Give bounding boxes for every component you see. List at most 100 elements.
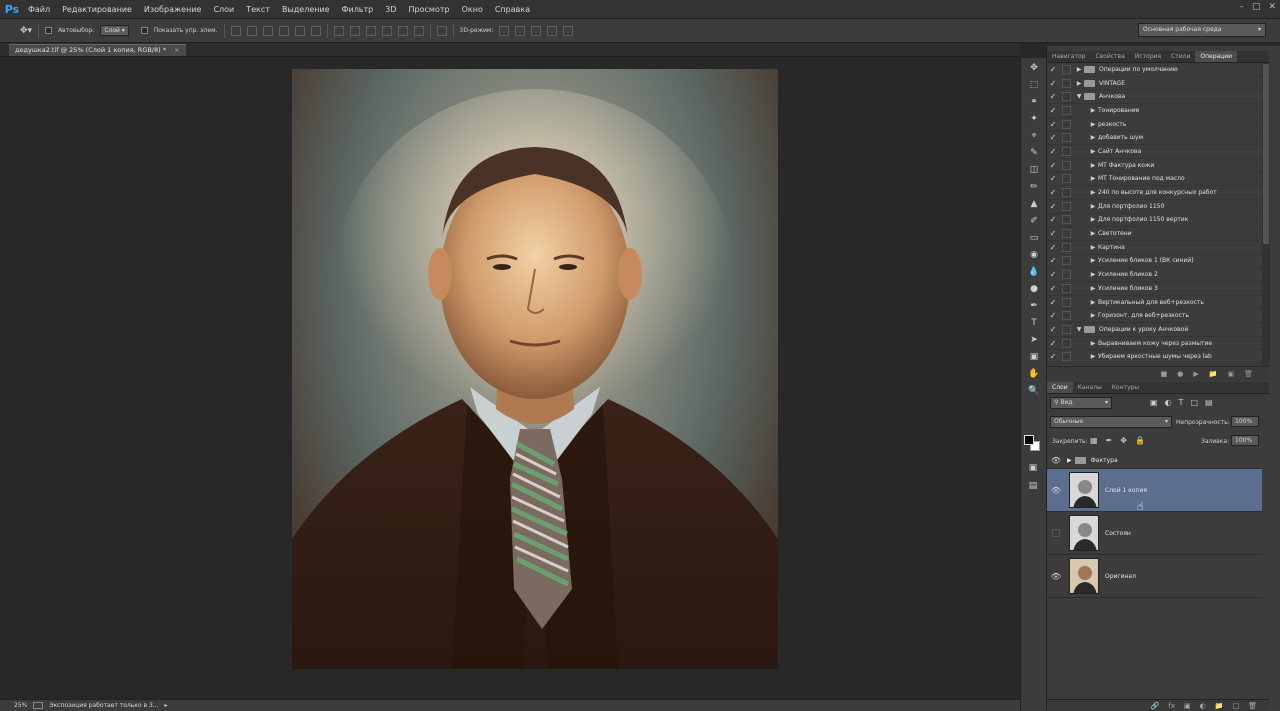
dialog-toggle[interactable] [1062, 64, 1071, 74]
filter-pixel-icon[interactable]: ▣ [1150, 398, 1158, 407]
rotate-3d-icon[interactable] [499, 25, 510, 36]
foreground-color-swatch[interactable] [1024, 435, 1034, 445]
new-layer-icon[interactable]: □ [1232, 702, 1239, 710]
tab-styles[interactable]: Стили [1166, 51, 1195, 62]
toggle-check-icon[interactable]: ✓ [1047, 188, 1059, 197]
dialog-toggle[interactable] [1062, 242, 1071, 252]
tab-paths[interactable]: Контуры [1107, 382, 1144, 393]
toggle-check-icon[interactable]: ✓ [1047, 174, 1059, 183]
dialog-toggle[interactable] [1062, 270, 1071, 280]
action-row[interactable]: ✓ ▶ Убираем яркостные шумы через lab [1047, 350, 1262, 365]
align-vcenter-icon[interactable] [246, 25, 257, 36]
expand-arrow-icon[interactable]: ▶ [1067, 457, 1072, 464]
blend-mode-dropdown[interactable]: Обычные ▾ [1050, 416, 1172, 428]
menu-select[interactable]: Выделение [276, 5, 336, 14]
clone-stamp-tool-icon[interactable]: ▲ [1025, 196, 1043, 211]
dialog-toggle[interactable] [1062, 119, 1071, 129]
layer-row[interactable]: 👁 Слой 1 копия [1047, 469, 1262, 512]
dodge-tool-icon[interactable]: ● [1025, 281, 1043, 296]
expand-arrow-icon[interactable]: ▶ [1074, 80, 1084, 87]
filter-shape-icon[interactable]: □ [1190, 398, 1198, 407]
action-row[interactable]: ✓ ▶ Сайт Анчкова [1047, 145, 1262, 159]
distribute-right-icon[interactable] [413, 25, 424, 36]
screen-mode-icon[interactable]: ▤ [1024, 478, 1042, 493]
toggle-check-icon[interactable]: ✓ [1047, 202, 1059, 211]
toggle-check-icon[interactable]: ✓ [1047, 243, 1059, 252]
dialog-toggle[interactable] [1062, 146, 1071, 156]
adjustment-layer-icon[interactable]: ◐ [1200, 702, 1206, 710]
expand-arrow-icon[interactable]: ▶ [1088, 107, 1098, 114]
marquee-tool-icon[interactable]: ⬚ [1025, 77, 1043, 92]
menu-type[interactable]: Текст [240, 5, 276, 14]
action-row[interactable]: ✓ ▶ Тонирование [1047, 104, 1262, 118]
toggle-check-icon[interactable]: ✓ [1047, 284, 1059, 293]
new-action-icon[interactable]: ▣ [1227, 370, 1234, 378]
action-row[interactable]: ✓ ▶ 240 по высоте для конкурсных работ [1047, 186, 1262, 200]
lock-all-icon[interactable]: 🔒 [1135, 436, 1145, 445]
toggle-check-icon[interactable]: ✓ [1047, 325, 1059, 334]
align-left-icon[interactable] [278, 25, 289, 36]
blur-tool-icon[interactable]: 💧 [1025, 264, 1043, 279]
action-row[interactable]: ✓ ▶ Вертикальный для веб+резкость [1047, 296, 1262, 310]
filter-type-icon[interactable]: T [1179, 398, 1184, 407]
menu-filter[interactable]: Фильтр [336, 5, 380, 14]
type-tool-icon[interactable]: T [1025, 315, 1043, 330]
toggle-check-icon[interactable]: ✓ [1047, 270, 1059, 279]
action-row[interactable]: ✓ ▶ Для портфолио 1150 вертик [1047, 214, 1262, 228]
document-tab[interactable]: дедушка2.tif @ 25% (Слой 1 копия, RGB/8)… [9, 44, 186, 56]
layer-row[interactable]: Состоян [1047, 512, 1262, 555]
quick-mask-icon[interactable]: ▣ [1024, 460, 1042, 475]
expand-arrow-icon[interactable]: ▶ [1088, 175, 1098, 182]
expand-arrow-icon[interactable]: ▶ [1088, 121, 1098, 128]
healing-brush-tool-icon[interactable]: ◫ [1025, 162, 1043, 177]
action-row[interactable]: ✓ ▶ МТ Тонирование под масло [1047, 173, 1262, 187]
visibility-eye-icon[interactable]: 👁 [1047, 572, 1065, 581]
new-set-icon[interactable]: 📁 [1209, 370, 1218, 378]
action-row[interactable]: ✓ ▶ Светотени [1047, 227, 1262, 241]
action-row[interactable]: ✓ ▶ Усиление бликов 1 (ВК синий) [1047, 255, 1262, 269]
menu-3d[interactable]: 3D [379, 5, 402, 14]
align-top-icon[interactable] [230, 25, 241, 36]
lock-transparency-icon[interactable]: ▦ [1090, 436, 1098, 445]
visibility-eye-icon[interactable]: 👁 [1047, 456, 1065, 465]
menu-edit[interactable]: Редактирование [56, 5, 138, 14]
action-row[interactable]: ✓ ▶ Выравниваем кожу через размытие [1047, 337, 1262, 351]
layer-row[interactable]: 👁 Оригинал [1047, 555, 1262, 598]
collapse-arrow-icon[interactable]: ▼ [1074, 93, 1084, 100]
dialog-toggle[interactable] [1062, 297, 1071, 307]
maximize-icon[interactable]: □ [1252, 2, 1261, 12]
toggle-check-icon[interactable]: ✓ [1047, 161, 1059, 170]
toggle-check-icon[interactable]: ✓ [1047, 256, 1059, 265]
magic-wand-tool-icon[interactable]: ✦ [1025, 111, 1043, 126]
toggle-check-icon[interactable]: ✓ [1047, 311, 1059, 320]
dialog-toggle[interactable] [1062, 133, 1071, 143]
toggle-check-icon[interactable]: ✓ [1047, 339, 1059, 348]
actions-scroll-thumb[interactable] [1263, 64, 1269, 244]
portrait-image[interactable] [292, 69, 778, 669]
hand-tool-icon[interactable]: ✋ [1025, 366, 1043, 381]
dialog-toggle[interactable] [1062, 229, 1071, 239]
expand-arrow-icon[interactable]: ▶ [1088, 285, 1098, 292]
scale-3d-icon[interactable] [563, 25, 574, 36]
distribute-bottom-icon[interactable] [365, 25, 376, 36]
tab-layers[interactable]: Слои [1047, 382, 1073, 393]
minimize-icon[interactable]: – [1239, 2, 1244, 12]
filter-adjust-icon[interactable]: ◐ [1165, 398, 1172, 407]
expand-arrow-icon[interactable]: ▶ [1088, 244, 1098, 251]
dialog-toggle[interactable] [1062, 324, 1071, 334]
lasso-tool-icon[interactable]: ⚭ [1025, 94, 1043, 109]
visibility-eye-icon[interactable]: 👁 [1047, 486, 1065, 495]
drag-3d-icon[interactable] [531, 25, 542, 36]
dialog-toggle[interactable] [1062, 105, 1071, 115]
dialog-toggle[interactable] [1062, 174, 1071, 184]
fill-field[interactable]: 100% [1231, 435, 1259, 446]
link-layers-icon[interactable]: 🔗 [1151, 702, 1160, 710]
tab-actions[interactable]: Операции [1195, 51, 1238, 62]
menu-file[interactable]: Файл [22, 5, 56, 14]
gradient-tool-icon[interactable]: ◉ [1025, 247, 1043, 262]
toggle-check-icon[interactable]: ✓ [1047, 79, 1059, 88]
distribute-top-icon[interactable] [333, 25, 344, 36]
action-row[interactable]: ✓ ▶ Операции по умолчанию [1047, 63, 1262, 77]
opacity-field[interactable]: 100% [1231, 416, 1259, 427]
tab-navigator[interactable]: Навигатор [1047, 51, 1090, 62]
